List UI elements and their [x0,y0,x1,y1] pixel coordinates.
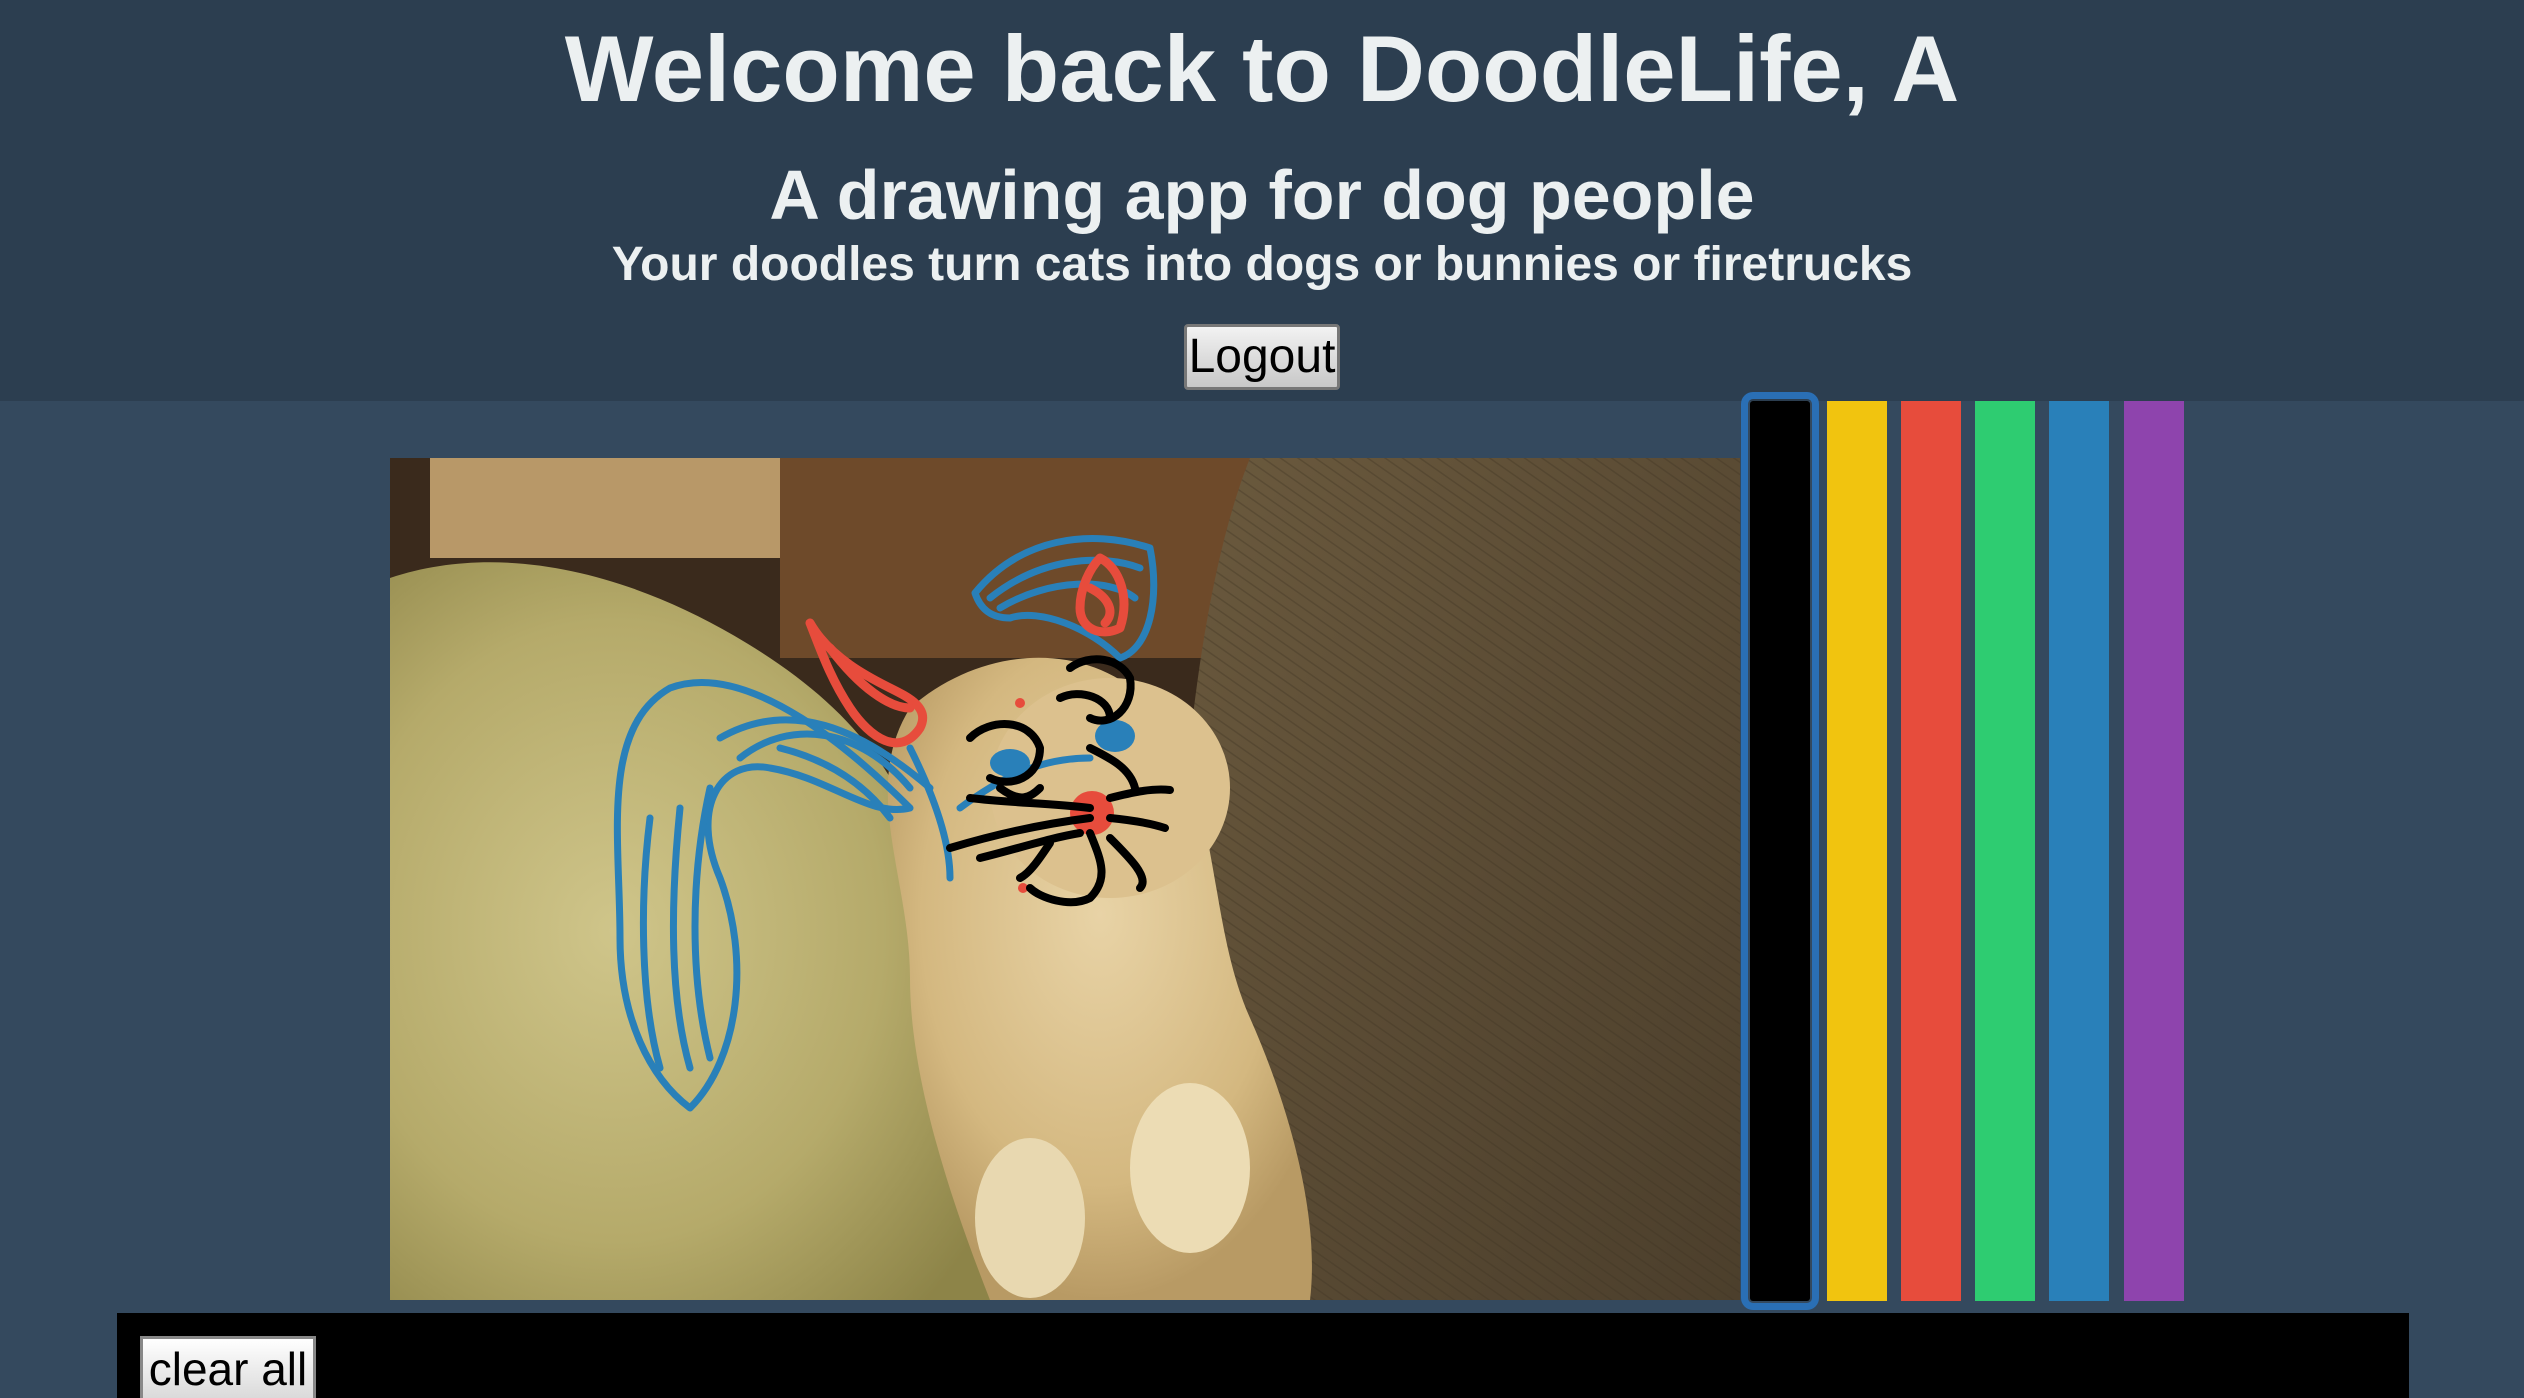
page-tagline: Your doodles turn cats into dogs or bunn… [611,238,1913,291]
drawing-canvas[interactable] [390,458,1740,1300]
cat-photo-with-doodles [390,458,1740,1300]
color-swatch-black[interactable] [1741,392,1819,1310]
logout-button[interactable]: Logout [1184,324,1340,390]
color-swatch-red[interactable] [1901,401,1961,1301]
page-title: Welcome back to DoodleLife, A [564,16,1960,121]
color-swatch-yellow[interactable] [1827,401,1887,1301]
color-swatch-purple[interactable] [2124,401,2184,1301]
color-swatch-blue[interactable] [2049,401,2109,1301]
header: Welcome back to DoodleLife, A A drawing … [0,0,2524,401]
page-subtitle: A drawing app for dog people [769,156,1755,234]
bottom-toolbar [117,1313,2409,1398]
clear-all-button[interactable]: clear all [140,1336,316,1398]
color-swatch-green[interactable] [1975,401,2035,1301]
